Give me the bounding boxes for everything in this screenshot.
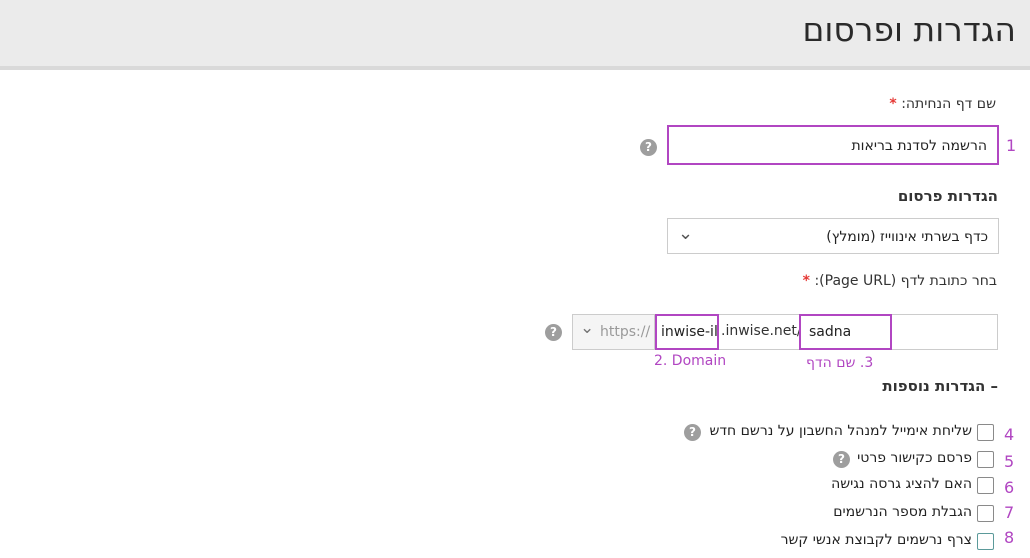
help-icon[interactable]: ? bbox=[833, 451, 850, 468]
step-number-8: 8 bbox=[1004, 528, 1015, 547]
page-title: הגדרות ופרסום bbox=[802, 10, 1016, 49]
help-icon[interactable]: ? bbox=[545, 324, 562, 341]
landing-name-value: הרשמה לסדנת בריאות bbox=[851, 138, 987, 154]
private-link-checkbox[interactable] bbox=[977, 451, 994, 468]
annotation-domain: 2. Domain bbox=[654, 353, 727, 369]
required-mark: * bbox=[802, 273, 810, 289]
limit-subscribers-checkbox[interactable] bbox=[977, 505, 994, 522]
limit-subscribers-label: הגבלת מספר הנרשמים bbox=[833, 504, 972, 520]
more-settings-toggle[interactable]: – הגדרות נוספות bbox=[882, 377, 998, 395]
help-icon[interactable]: ? bbox=[640, 139, 657, 156]
annotation-page-name: 3. שם הדף bbox=[806, 355, 874, 371]
new-subscriber-email-checkbox[interactable] bbox=[977, 424, 994, 441]
step-number-5: 5 bbox=[1004, 452, 1015, 471]
landing-name-input[interactable]: הרשמה לסדנת בריאות bbox=[667, 125, 999, 165]
step-number-6: 6 bbox=[1004, 478, 1015, 497]
publish-settings-label: הגדרות פרסום bbox=[897, 187, 998, 205]
add-to-group-checkbox[interactable] bbox=[977, 533, 994, 550]
required-mark: * bbox=[889, 96, 897, 112]
landing-name-label: שם דף הנחיתה: * bbox=[889, 96, 996, 112]
private-link-label: פרסם כקישור פרטי bbox=[857, 450, 972, 466]
step-number-4: 4 bbox=[1004, 425, 1015, 444]
accessible-version-checkbox[interactable] bbox=[977, 477, 994, 494]
protocol-select[interactable]: ⌄ https:// bbox=[572, 314, 655, 350]
publish-type-select[interactable]: כדף בשרתי אינווייז (מומלץ) ⌄ bbox=[667, 218, 999, 254]
new-subscriber-email-label: שליחת אימייל למנהל החשבון על נרשם חדש bbox=[709, 423, 972, 439]
subdomain-input[interactable]: inwise-il bbox=[655, 314, 719, 350]
page-name-input[interactable]: sadna bbox=[799, 314, 892, 350]
subdomain-value: inwise-il bbox=[661, 324, 718, 340]
protocol-text: https:// bbox=[600, 324, 651, 340]
chevron-down-icon: ⌄ bbox=[580, 318, 595, 338]
domain-suffix-text: .inwise.net/ bbox=[721, 323, 802, 339]
accessible-version-label: האם להציג גרסה נגישה bbox=[831, 476, 972, 492]
page-url-label: בחר כתובת לדף (Page URL): * bbox=[803, 273, 997, 289]
chevron-down-icon: ⌄ bbox=[678, 223, 694, 244]
header-divider bbox=[0, 66, 1030, 70]
help-icon[interactable]: ? bbox=[684, 424, 701, 441]
page-name-value: sadna bbox=[809, 324, 852, 340]
page-url-label-text: בחר כתובת לדף (Page URL): bbox=[814, 273, 997, 289]
publish-type-selected: כדף בשרתי אינווייז (מומלץ) bbox=[826, 229, 988, 245]
add-to-group-label: צרף נרשמים לקבוצת אנשי קשר bbox=[780, 532, 972, 548]
step-number-7: 7 bbox=[1004, 503, 1015, 522]
landing-name-label-text: שם דף הנחיתה: bbox=[901, 96, 996, 112]
step-number-1: 1 bbox=[1006, 136, 1017, 155]
